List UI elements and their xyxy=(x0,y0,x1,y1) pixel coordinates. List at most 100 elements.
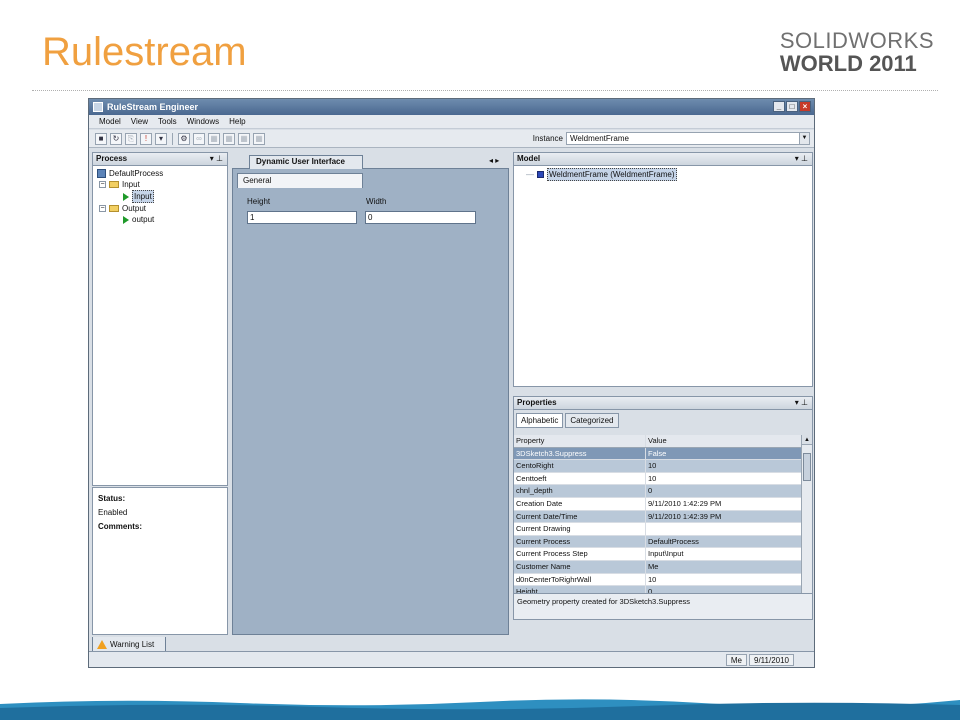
footer-wave xyxy=(0,699,960,720)
scroll-up-icon[interactable]: ▲ xyxy=(802,435,812,445)
minimize-button[interactable]: _ xyxy=(773,101,785,112)
link-icon[interactable]: ∞ xyxy=(193,132,205,145)
property-description: Geometry property created for 3DSketch3.… xyxy=(514,593,812,619)
pin-icon[interactable]: ▾ ⊥ xyxy=(795,153,808,165)
properties-scrollbar[interactable]: ▲ xyxy=(801,435,812,593)
collapse-icon[interactable]: − xyxy=(99,181,106,188)
property-value[interactable]: 0 xyxy=(646,485,801,497)
tree-item-output-step[interactable]: output xyxy=(97,214,223,225)
property-value[interactable]: Input\Input xyxy=(646,548,801,560)
folder-icon xyxy=(109,205,119,212)
copy-icon[interactable]: ⎘ xyxy=(125,132,137,145)
refresh-icon[interactable]: ↻ xyxy=(110,132,122,145)
menu-windows[interactable]: Windows xyxy=(187,117,219,126)
pin-icon[interactable]: ▾ ⊥ xyxy=(210,153,223,165)
property-row[interactable]: 3DSketch3.Suppress False xyxy=(514,447,801,461)
property-row[interactable]: Centtoeft 10 xyxy=(514,472,801,486)
restore-button[interactable]: □ xyxy=(786,101,798,112)
title-divider xyxy=(32,90,938,91)
property-value[interactable]: False xyxy=(646,448,801,460)
instance-value: WeldmentFrame xyxy=(570,134,629,143)
tree-item-defaultprocess[interactable]: DefaultProcess xyxy=(97,168,223,179)
instance-label: Instance xyxy=(532,134,563,143)
tab-scroll-icon[interactable]: ◂ ▸ xyxy=(489,156,499,165)
tool-c-icon[interactable]: ▦ xyxy=(238,132,250,145)
property-row[interactable]: Current Drawing xyxy=(514,523,801,536)
tool-a-icon[interactable]: ▦ xyxy=(208,132,220,145)
tab-dynamic-user-interface[interactable]: Dynamic User Interface xyxy=(249,155,363,169)
property-name: CentoRight xyxy=(514,460,646,472)
property-name: Centtoeft xyxy=(514,472,646,485)
dropdown-icon[interactable]: ▾ xyxy=(155,132,167,145)
column-header-property[interactable]: Property xyxy=(514,435,646,447)
save-icon[interactable]: ■ xyxy=(95,132,107,145)
property-name: 3DSketch3.Suppress xyxy=(514,447,646,460)
menu-bar: Model View Tools Windows Help xyxy=(89,115,814,129)
tab-general[interactable]: General xyxy=(237,173,363,188)
window-titlebar[interactable]: RuleStream Engineer _ □ × xyxy=(89,99,814,115)
tree-item-input-step[interactable]: Input xyxy=(97,190,223,203)
cube-icon xyxy=(537,171,544,178)
property-row[interactable]: Current Process Step Input\Input xyxy=(514,548,801,561)
properties-panel-title: Properties xyxy=(517,398,557,407)
column-header-value[interactable]: Value xyxy=(646,435,801,447)
model-item[interactable]: — WeldmentFrame (WeldmentFrame) xyxy=(518,168,808,181)
property-value[interactable]: 9/11/2010 1:42:29 PM xyxy=(646,498,801,510)
property-value[interactable]: 0 xyxy=(646,586,801,593)
app-window: RuleStream Engineer _ □ × Model View Too… xyxy=(88,98,815,668)
property-row[interactable]: Customer Name Me xyxy=(514,560,801,574)
alert-icon[interactable]: ! xyxy=(140,132,152,145)
tab-alphabetic[interactable]: Alphabetic xyxy=(516,413,564,428)
properties-panel: Properties ▾ ⊥ Alphabetic Categorized Pr… xyxy=(513,396,813,620)
property-value[interactable]: 10 xyxy=(646,574,801,586)
property-row[interactable]: Creation Date 9/11/2010 1:42:29 PM xyxy=(514,497,801,511)
property-row[interactable]: chnl_depth 0 xyxy=(514,485,801,498)
tree-item-input-folder[interactable]: − Input xyxy=(97,179,223,190)
play-icon xyxy=(123,215,129,224)
property-name: Current Process Step xyxy=(514,548,646,560)
menu-help[interactable]: Help xyxy=(229,117,245,126)
brand-line2: WORLD 2011 xyxy=(779,51,917,76)
property-name: chnl_depth xyxy=(514,485,646,497)
close-button[interactable]: × xyxy=(799,101,811,112)
property-value[interactable]: 10 xyxy=(646,473,801,485)
height-field[interactable]: 1 xyxy=(247,211,357,224)
property-row[interactable]: d0nCenterToRighrWall 10 xyxy=(514,573,801,587)
tree-item-output-folder[interactable]: − Output xyxy=(97,203,223,214)
settings-icon[interactable]: ⚙ xyxy=(178,132,190,145)
property-row[interactable]: Current Process DefaultProcess xyxy=(514,535,801,549)
model-panel: Model ▾ ⊥ — WeldmentFrame (WeldmentFrame… xyxy=(513,152,813,387)
menu-view[interactable]: View xyxy=(131,117,148,126)
play-icon xyxy=(123,192,129,201)
instance-dropdown[interactable]: WeldmentFrame ▼ xyxy=(566,132,810,145)
properties-grid: Property Value 3DSketch3.Suppress False Ce… xyxy=(514,435,801,593)
tab-categorized[interactable]: Categorized xyxy=(565,413,619,428)
menu-tools[interactable]: Tools xyxy=(158,117,177,126)
process-panel: Process ▾ ⊥ DefaultProcess − Input Input xyxy=(92,152,228,486)
scroll-thumb[interactable] xyxy=(803,453,811,481)
process-icon xyxy=(97,169,106,178)
slide: Rulestream SOLIDWORKS WORLD 2011 RuleStr… xyxy=(0,0,960,720)
collapse-icon[interactable]: − xyxy=(99,205,106,212)
menu-model[interactable]: Model xyxy=(99,117,121,126)
width-field[interactable]: 0 xyxy=(365,211,476,224)
property-row[interactable]: Current Date/Time 9/11/2010 1:42:39 PM xyxy=(514,510,801,524)
status-value: Enabled xyxy=(98,508,128,517)
property-value[interactable]: 10 xyxy=(646,460,801,472)
chevron-down-icon[interactable]: ▼ xyxy=(799,133,809,144)
tool-d-icon[interactable]: ▦ xyxy=(253,132,265,145)
process-tree: DefaultProcess − Input Input − Output ou… xyxy=(93,166,227,227)
slide-title: Rulestream xyxy=(42,30,247,74)
property-value[interactable]: DefaultProcess xyxy=(646,535,801,548)
app-icon xyxy=(93,102,103,112)
pin-icon[interactable]: ▾ ⊥ xyxy=(795,397,808,409)
property-value[interactable] xyxy=(646,523,801,535)
property-name: Current Date/Time xyxy=(514,510,646,523)
tab-warning-list[interactable]: Warning List xyxy=(92,637,166,652)
toolbar-separator xyxy=(172,132,173,145)
property-value[interactable]: Me xyxy=(646,560,801,573)
tool-b-icon[interactable]: ▦ xyxy=(223,132,235,145)
property-row[interactable]: CentoRight 10 xyxy=(514,460,801,473)
property-row[interactable]: Height 0 xyxy=(514,586,801,593)
property-value[interactable]: 9/11/2010 1:42:39 PM xyxy=(646,510,801,523)
